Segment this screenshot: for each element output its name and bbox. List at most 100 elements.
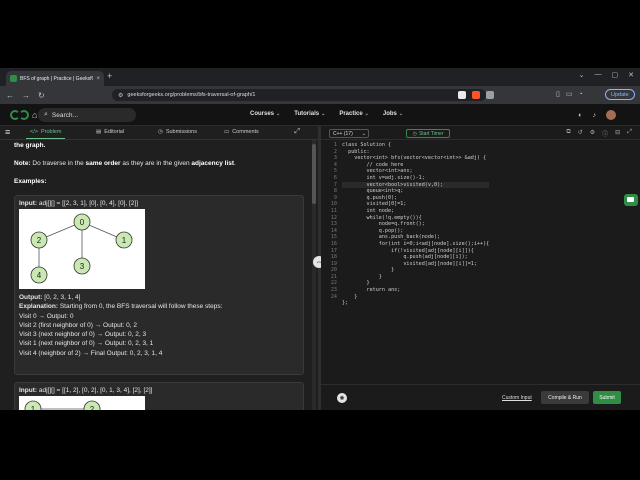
example-card-1: Input: adj[][] = [[2, 3, 1], [0], [0, 4]… <box>14 195 304 375</box>
tab-problem[interactable]: </> Problem <box>25 129 66 139</box>
reload-icon[interactable]: ↻ <box>38 91 45 100</box>
tab-comments[interactable]: ▭ Comments <box>224 129 259 135</box>
code-line[interactable]: q.push(adj[node][i]); <box>342 254 489 261</box>
menu-tutorials[interactable]: Tutorials ⌄ <box>294 111 325 117</box>
node-label: 2 <box>90 405 95 410</box>
code-line[interactable]: public: <box>342 149 489 156</box>
line-number: 24 <box>330 293 337 300</box>
tab-close-icon[interactable]: × <box>96 76 100 82</box>
submit-button[interactable]: Submit <box>593 391 621 404</box>
tab-submissions[interactable]: ◷ Submissions <box>158 129 197 135</box>
example-card-2: Input: adj[][] = [[1, 2], [0, 2], [0, 1,… <box>14 382 304 410</box>
line-number: 1 <box>333 142 337 148</box>
maximize-icon[interactable]: ▢ <box>612 71 619 79</box>
browser-tab-strip: BFS of graph | Practice | GeeksfO × + ⌄ … <box>0 68 640 86</box>
code-area[interactable]: class Solution { public: vector<int> bfs… <box>342 142 490 307</box>
code-line[interactable]: visited[adj[node][i]]=1; <box>342 261 489 268</box>
code-line[interactable]: ans.push_back(node); <box>342 234 489 241</box>
code-line[interactable]: node=q.front(); <box>342 221 489 228</box>
example-1-step: Visit 0 → Output: 0 <box>19 312 74 320</box>
settings-icon[interactable]: ⚙ <box>590 129 595 138</box>
code-line[interactable]: class Solution { <box>342 142 489 149</box>
code-line[interactable]: while(!q.empty()){ <box>342 215 489 222</box>
code-line[interactable]: } <box>342 294 489 301</box>
split-icon[interactable]: ⊟ <box>615 129 620 138</box>
editor-actions: ⧉ ↺ ⚙ ⓘ ⊟ ⤢ <box>566 129 632 138</box>
node-label: 1 <box>31 405 36 410</box>
browser-tab[interactable]: BFS of graph | Practice | GeeksfO × <box>6 71 104 86</box>
code-line[interactable]: visited[0]=1; <box>342 201 489 208</box>
custom-input-link[interactable]: Custom Input <box>502 395 532 401</box>
notification-bell-icon[interactable]: ♪ <box>593 112 597 119</box>
code-line[interactable]: q.pop(); <box>342 228 489 235</box>
sidebar-icon[interactable]: ▯ <box>556 90 560 98</box>
menu-practice[interactable]: Practice ⌄ <box>339 111 369 117</box>
editor-toolbar: C++ (17) ⌄ ◷ Start Timer ⧉ ↺ ⚙ ⓘ ⊟ ⤢ <box>321 126 640 140</box>
line-number: 19 <box>330 260 337 267</box>
info-icon[interactable]: ⓘ <box>602 129 608 138</box>
hamburger-menu-icon[interactable]: ≡ <box>5 127 10 137</box>
site-info-icon[interactable]: ⚙ <box>118 92 123 99</box>
brave-shields-icon[interactable] <box>472 91 480 99</box>
hint-bulb-icon[interactable]: ✺ <box>337 393 347 403</box>
update-button[interactable]: Update <box>605 89 635 100</box>
code-line[interactable]: int node; <box>342 208 489 215</box>
code-line[interactable]: vector<int> bfs(vector<vector<int>> &adj… <box>342 155 489 162</box>
window-dropdown-icon[interactable]: ⌄ <box>579 71 585 79</box>
wallet-icon[interactable]: ▭ <box>566 90 573 98</box>
code-line[interactable]: // code here <box>342 162 489 169</box>
close-window-icon[interactable]: ✕ <box>628 71 634 79</box>
avatar[interactable] <box>606 110 616 120</box>
new-tab-button[interactable]: + <box>107 71 112 81</box>
line-number: 6 <box>333 174 337 181</box>
tab-editorial[interactable]: ▤ Editorial <box>96 129 124 135</box>
extensions <box>458 91 494 99</box>
line-number: 12 <box>330 214 337 221</box>
install-icon[interactable] <box>458 91 466 99</box>
code-line[interactable]: if(!visited[adj[node][i]]){ <box>342 248 489 255</box>
code-line[interactable]: vector<bool>visited(v,0); <box>342 181 490 189</box>
code-line[interactable]: } <box>342 267 489 274</box>
code-line[interactable]: q.push(0); <box>342 195 489 202</box>
chevron-down-icon: ⌄ <box>398 111 404 117</box>
gfg-logo[interactable] <box>10 110 30 120</box>
search-icon: ⌕ <box>44 111 48 118</box>
vpn-icon[interactable]: ◔ <box>578 91 582 98</box>
code-line[interactable]: int v=adj.size()-1; <box>342 175 489 182</box>
code-line[interactable]: queue<int>q; <box>342 188 489 195</box>
back-icon[interactable]: ← <box>6 91 14 100</box>
code-line[interactable]: return ans; <box>342 287 489 294</box>
menu-courses[interactable]: Courses ⌄ <box>250 111 280 117</box>
problem-scrollbar[interactable] <box>312 140 316 410</box>
address-bar: ← → ↻ ⚙ geeksforgeeks.org/problems/bfs-t… <box>0 86 640 104</box>
menu-jobs[interactable]: Jobs ⌄ <box>383 111 403 117</box>
code-line[interactable]: } <box>342 274 489 281</box>
url-field[interactable]: ⚙ geeksforgeeks.org/problems/bfs-travers… <box>112 89 486 101</box>
line-number-gutter: 1 2 3 4 5 6 7 8 9 10 11 12 13 14 15 16 17 18 19 20 21 22 23 24 <box>321 142 337 300</box>
search-placeholder: Search... <box>51 111 78 119</box>
code-line[interactable]: }; <box>342 300 489 307</box>
chat-icon[interactable] <box>624 194 638 206</box>
home-icon[interactable]: ⌂ <box>32 110 37 120</box>
compile-run-button[interactable]: Compile & Run <box>541 391 589 404</box>
code-line[interactable]: for(int i=0;i<adj[node].size();i++){ <box>342 241 489 248</box>
code-line[interactable]: } <box>342 280 489 287</box>
expand-icon[interactable]: ⤢ <box>294 128 300 136</box>
node-label: 0 <box>80 218 85 227</box>
code-editor[interactable]: 1 2 3 4 5 6 7 8 9 10 11 12 13 14 15 16 17 18 19 20 21 22 23 24 … <box>321 140 640 384</box>
minimize-icon[interactable]: — <box>595 71 602 79</box>
line-number: 15 <box>330 234 337 241</box>
brave-rewards-icon[interactable] <box>486 91 494 99</box>
comment-icon: ▭ <box>224 129 230 135</box>
reset-icon[interactable]: ↺ <box>578 129 583 138</box>
forward-icon[interactable]: → <box>22 91 30 100</box>
problem-intro: the graph. <box>14 142 46 149</box>
language-select[interactable]: C++ (17) ⌄ <box>329 129 369 138</box>
site-search[interactable]: ⌕ Search... <box>38 108 136 122</box>
node-label: 4 <box>37 271 42 280</box>
copy-icon[interactable]: ⧉ <box>566 129 570 138</box>
code-line[interactable]: vector<int>ans; <box>342 168 489 175</box>
theme-toggle-icon[interactable]: ◐ <box>578 112 582 119</box>
start-timer-button[interactable]: ◷ Start Timer <box>406 129 450 138</box>
fullscreen-icon[interactable]: ⤢ <box>627 129 632 138</box>
